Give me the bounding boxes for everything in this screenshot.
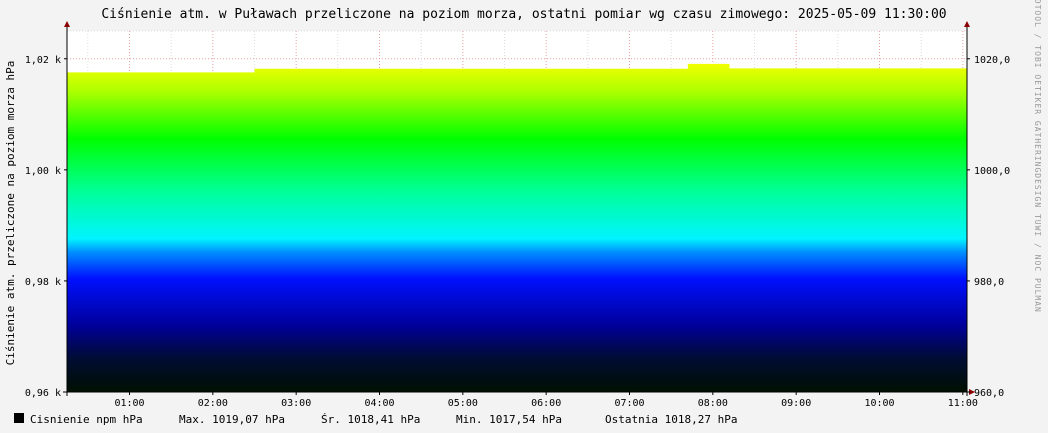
x-tick-label: 04:00	[364, 398, 394, 409]
y-axis-label: Ciśnienie atm. przeliczone na poziom mor…	[4, 61, 17, 366]
x-tick-label: 06:00	[531, 398, 561, 409]
y-tick-label-right: 1020,0	[974, 55, 1010, 66]
legend-swatch	[14, 413, 24, 423]
y-tick-label-left: 0,96 k	[25, 388, 61, 399]
y-tick-label-right: 960,0	[974, 388, 1004, 399]
legend-avg: Śr. 1018,41 hPa	[321, 413, 420, 426]
x-tick-label: 02:00	[198, 398, 228, 409]
pressure-area	[67, 63, 967, 393]
x-tick-label: 03:00	[281, 398, 311, 409]
chart-title: Ciśnienie atm. w Puławach przeliczone na…	[101, 7, 946, 22]
y-tick-label-left: 0,98 k	[25, 277, 61, 288]
pressure-chart: 01:00 02:00 03:00 04:00 05:00 06:00 07:00 08:00…	[0, 0, 1048, 433]
x-tick-label: 05:00	[448, 398, 478, 409]
legend-last: Ostatnia 1018,27 hPa	[605, 413, 737, 426]
x-tick-label: 10:00	[864, 398, 894, 409]
x-tick-label: 08:00	[698, 398, 728, 409]
x-tick-label: 07:00	[614, 398, 644, 409]
y-tick-label-left: 1,00 k	[25, 166, 61, 177]
legend-max: Max. 1019,07 hPa	[179, 413, 285, 426]
legend-min: Min. 1017,54 hPa	[456, 413, 562, 426]
y-tick-label-right: 980,0	[974, 277, 1004, 288]
x-tick-label: 11:00	[948, 398, 978, 409]
legend-series-label: Cisnienie npm hPa	[30, 413, 143, 426]
legend: Cisnienie npm hPa Max. 1019,07 hPa Śr. 1…	[14, 413, 737, 426]
x-tick-label: 01:00	[114, 398, 144, 409]
side-credit: RRDTOOL / TOBI OETIKER GATHERINGDESIGN T…	[1033, 0, 1042, 313]
x-tick-label: 09:00	[781, 398, 811, 409]
y-tick-label-right: 1000,0	[974, 166, 1010, 177]
y-tick-label-left: 1,02 k	[25, 55, 61, 66]
